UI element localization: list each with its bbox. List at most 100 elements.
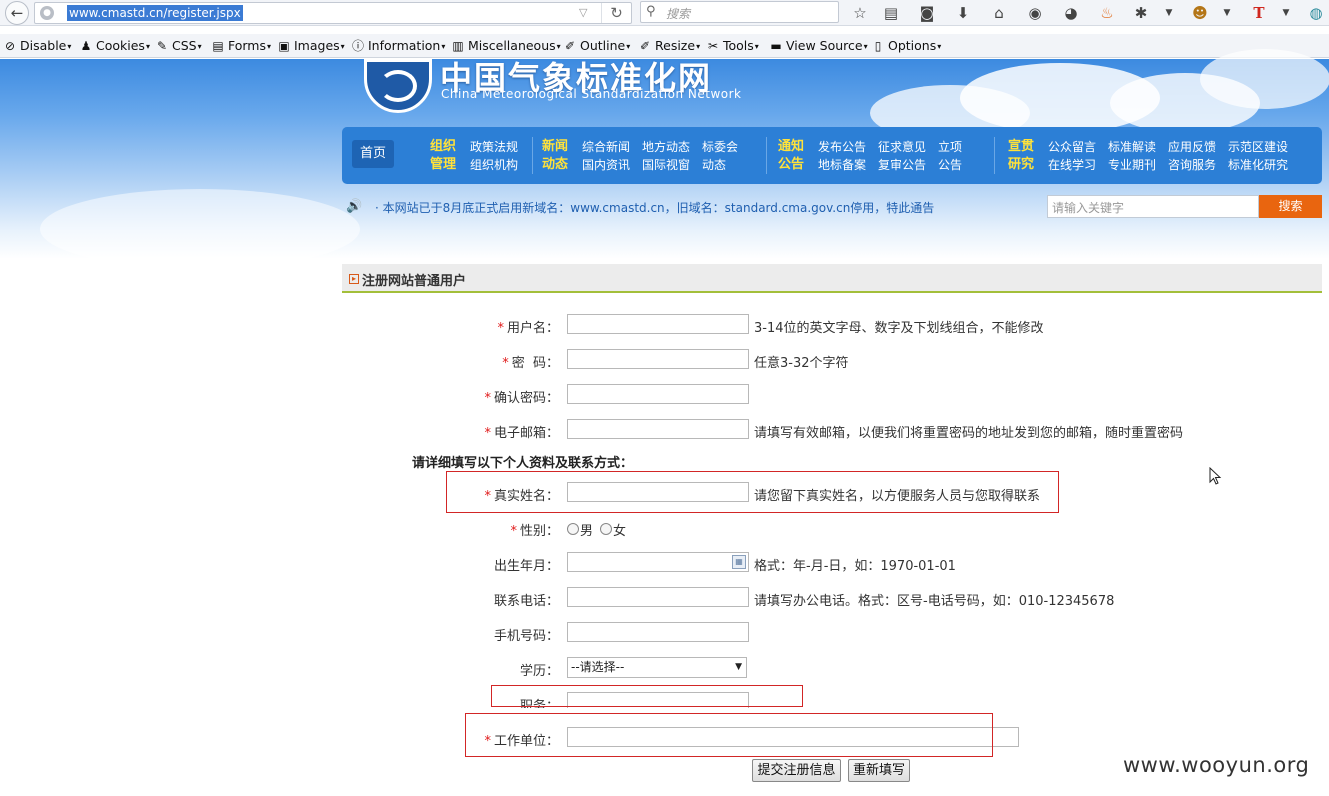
nav-category[interactable]: 组织: [430, 138, 460, 156]
gender-female-radio[interactable]: [600, 523, 612, 535]
nav-link[interactable]: 地方动态: [642, 138, 690, 156]
nav-category[interactable]: 动态: [542, 156, 572, 174]
webdev-menu-tools[interactable]: ✂ Tools▾: [706, 37, 759, 55]
reload-icon[interactable]: ↻: [601, 3, 631, 23]
webdev-menu-cookies[interactable]: ♟ Cookies▾: [79, 37, 150, 55]
webdev-menu-forms[interactable]: ▤ Forms▾: [211, 37, 271, 55]
webdev-menu-icon: ⓘ: [351, 39, 364, 53]
monkey-icon[interactable]: ☻: [1189, 2, 1211, 24]
chevron-down-icon: ▾: [67, 42, 72, 51]
text-t-icon[interactable]: T: [1248, 2, 1270, 24]
nav-home[interactable]: 首页: [352, 140, 394, 168]
chevron-down-icon: ▾: [754, 42, 759, 51]
nav-link[interactable]: 立项: [938, 138, 962, 156]
confirm-password-label: * 确认密码：: [484, 387, 559, 406]
password-label-text: 密 码：: [511, 356, 559, 371]
confirm-password-input[interactable]: [567, 384, 749, 404]
email-input[interactable]: [567, 419, 749, 439]
username-input[interactable]: [567, 314, 749, 334]
nav-link[interactable]: 公众留言: [1048, 138, 1096, 156]
password-input[interactable]: [567, 349, 749, 369]
webdev-menu-images[interactable]: ▣ Images▾: [277, 37, 344, 55]
nav-link[interactable]: 标委会: [702, 138, 738, 156]
chevron-down-icon: ▾: [556, 42, 561, 51]
webdev-menu-view-source[interactable]: ▬ View Source▾: [769, 37, 867, 55]
webdev-menu-options[interactable]: ▯ Options▾: [871, 37, 942, 55]
text-menu-chevron-down-icon[interactable]: ▼: [1275, 2, 1297, 24]
required-mark: *: [502, 356, 509, 371]
form-row-gender: * 性别： 男 女: [0, 517, 1329, 541]
birth-date-input[interactable]: ▦: [567, 552, 749, 572]
nav-category[interactable]: 管理: [430, 156, 460, 174]
nav-category[interactable]: 宣贯: [1008, 138, 1038, 156]
nav-link[interactable]: 国内资讯: [582, 156, 630, 174]
nav-link[interactable]: 征求意见: [878, 138, 926, 156]
download-icon[interactable]: ⬇: [952, 2, 974, 24]
reading-list-icon[interactable]: ▤: [880, 2, 902, 24]
nav-link[interactable]: 专业期刊: [1108, 156, 1156, 174]
webdev-menu-information[interactable]: ⓘ Information▾: [351, 37, 445, 55]
pocket-icon[interactable]: ◙: [916, 2, 938, 24]
nav-category[interactable]: 通知: [778, 138, 808, 156]
nav-link[interactable]: 组织机构: [470, 156, 518, 174]
webdev-menu-label: Resize: [655, 38, 696, 53]
nav-link[interactable]: 应用反馈: [1168, 138, 1216, 156]
address-bar[interactable]: ● www.cmastd.cn/register.jspx ▽ ↻: [34, 2, 632, 24]
chat-bubble-icon[interactable]: ◕: [1060, 2, 1082, 24]
webdev-menu-label: Forms: [228, 38, 267, 53]
site-identity-icon[interactable]: ●: [40, 6, 54, 20]
webdev-menu-icon: ▣: [278, 39, 290, 53]
nav-link[interactable]: 在线学习: [1048, 156, 1096, 174]
nav-category[interactable]: 公告: [778, 156, 808, 174]
nav-link[interactable]: 复审公告: [878, 156, 926, 174]
globe-icon[interactable]: ◍: [1305, 2, 1327, 24]
chevron-down-icon: ▾: [267, 42, 272, 51]
nav-link[interactable]: 公告: [938, 156, 962, 174]
webdev-menu-disable[interactable]: ⊘ Disable▾: [3, 37, 71, 55]
browser-search-box[interactable]: ⚲ 搜索: [640, 1, 839, 23]
nav-link[interactable]: 咨询服务: [1168, 156, 1216, 174]
nav-link[interactable]: 示范区建设: [1228, 138, 1288, 156]
bug-menu-chevron-down-icon[interactable]: ▼: [1158, 2, 1180, 24]
highlight-box-realname: [446, 471, 1059, 513]
notice-text[interactable]: · 本网站已于8月底正式启用新域名：www.cmastd.cn，旧域名：stan…: [375, 199, 934, 216]
reset-button[interactable]: 重新填写: [848, 759, 910, 782]
monkey-menu-chevron-down-icon[interactable]: ▼: [1216, 2, 1238, 24]
birth-label: 出生年月：: [493, 559, 559, 574]
gender-male-radio[interactable]: [567, 523, 579, 535]
site-search-button[interactable]: 搜索: [1259, 195, 1322, 218]
nav-link[interactable]: 标准解读: [1108, 138, 1156, 156]
back-button[interactable]: ←: [5, 1, 29, 25]
url-text[interactable]: www.cmastd.cn/register.jspx: [67, 5, 243, 21]
education-selected: --请选择--: [571, 660, 625, 674]
cloud-decoration: [40, 189, 360, 269]
bug-icon[interactable]: ✱: [1130, 2, 1152, 24]
calendar-icon[interactable]: ▦: [732, 555, 746, 569]
nav-link[interactable]: 标准化研究: [1228, 156, 1288, 174]
confirm-password-label-text: 确认密码：: [493, 391, 559, 406]
nav-link[interactable]: 动态: [702, 156, 726, 174]
nav-link[interactable]: 国际视窗: [642, 156, 690, 174]
webdev-menu-label: CSS: [172, 38, 197, 53]
nav-link[interactable]: 政策法规: [470, 138, 518, 156]
nav-category[interactable]: 研究: [1008, 156, 1038, 174]
nav-divider: [994, 137, 995, 174]
url-history-dropdown-icon[interactable]: ▽: [579, 6, 587, 19]
chat-icon[interactable]: ◉: [1024, 2, 1046, 24]
nav-category[interactable]: 新闻: [542, 138, 572, 156]
webdev-menu-css[interactable]: ✎ CSS▾: [155, 37, 202, 55]
nav-link[interactable]: 发布公告: [818, 138, 866, 156]
mobile-input[interactable]: [567, 622, 749, 642]
submit-button[interactable]: 提交注册信息: [752, 759, 841, 782]
site-search-input[interactable]: 请输入关键字: [1047, 195, 1259, 218]
education-select[interactable]: --请选择-- ▼: [567, 657, 747, 678]
watermark: www.wooyun.org: [1123, 753, 1310, 777]
home-icon[interactable]: ⌂: [988, 2, 1010, 24]
nav-divider: [766, 137, 767, 174]
flame-icon[interactable]: ♨: [1096, 2, 1118, 24]
star-icon[interactable]: ☆: [849, 2, 871, 24]
nav-link[interactable]: 地标备案: [818, 156, 866, 174]
nav-link[interactable]: 综合新闻: [582, 138, 630, 156]
phone-input[interactable]: [567, 587, 749, 607]
notice-message[interactable]: 本网站已于8月底正式启用新域名：www.cmastd.cn，旧域名：standa…: [383, 201, 935, 215]
